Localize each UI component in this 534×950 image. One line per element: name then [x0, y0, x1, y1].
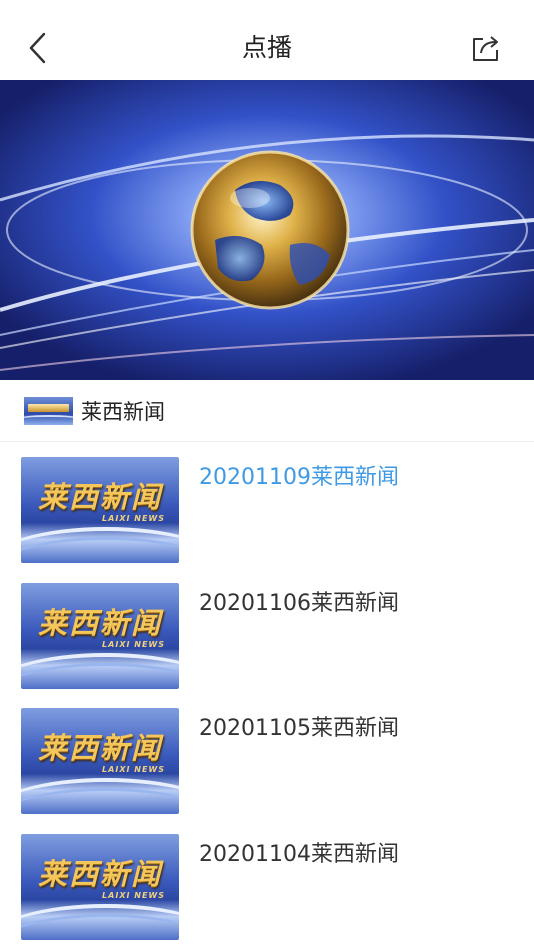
globe-broadcast-image	[0, 80, 534, 380]
episode-title: 20201104莱西新闻	[199, 842, 399, 867]
episode-thumbnail: 莱西新闻 LAIXI NEWS	[21, 583, 179, 689]
episode-thumbnail: 莱西新闻 LAIXI NEWS	[21, 834, 179, 940]
vod-screen: 点播 莱西新闻 莱西新闻 LAIXI NEWS 20201109莱西新闻 莱西新…	[0, 0, 534, 950]
episode-title: 20201106莱西新闻	[199, 591, 399, 616]
episode-thumbnail: 莱西新闻 LAIXI NEWS	[21, 708, 179, 814]
share-button[interactable]	[468, 30, 504, 66]
video-player[interactable]	[0, 80, 534, 380]
top-bar: 点播	[0, 0, 534, 80]
share-icon	[473, 36, 498, 61]
episode-title: 20201109莱西新闻	[199, 465, 399, 490]
list-item[interactable]: 莱西新闻 LAIXI NEWS 20201109莱西新闻	[0, 457, 534, 565]
episode-thumbnail: 莱西新闻 LAIXI NEWS	[21, 457, 179, 563]
channel-name: 莱西新闻	[81, 399, 165, 424]
episode-title: 20201105莱西新闻	[199, 716, 399, 741]
channel-logo	[24, 396, 73, 425]
page-title: 点播	[241, 33, 292, 62]
list-item[interactable]: 莱西新闻 LAIXI NEWS 20201105莱西新闻	[0, 708, 534, 816]
channel-row[interactable]: 莱西新闻	[0, 380, 534, 442]
list-item[interactable]: 莱西新闻 LAIXI NEWS 20201104莱西新闻	[0, 834, 534, 942]
list-item[interactable]: 莱西新闻 LAIXI NEWS 20201106莱西新闻	[0, 583, 534, 691]
